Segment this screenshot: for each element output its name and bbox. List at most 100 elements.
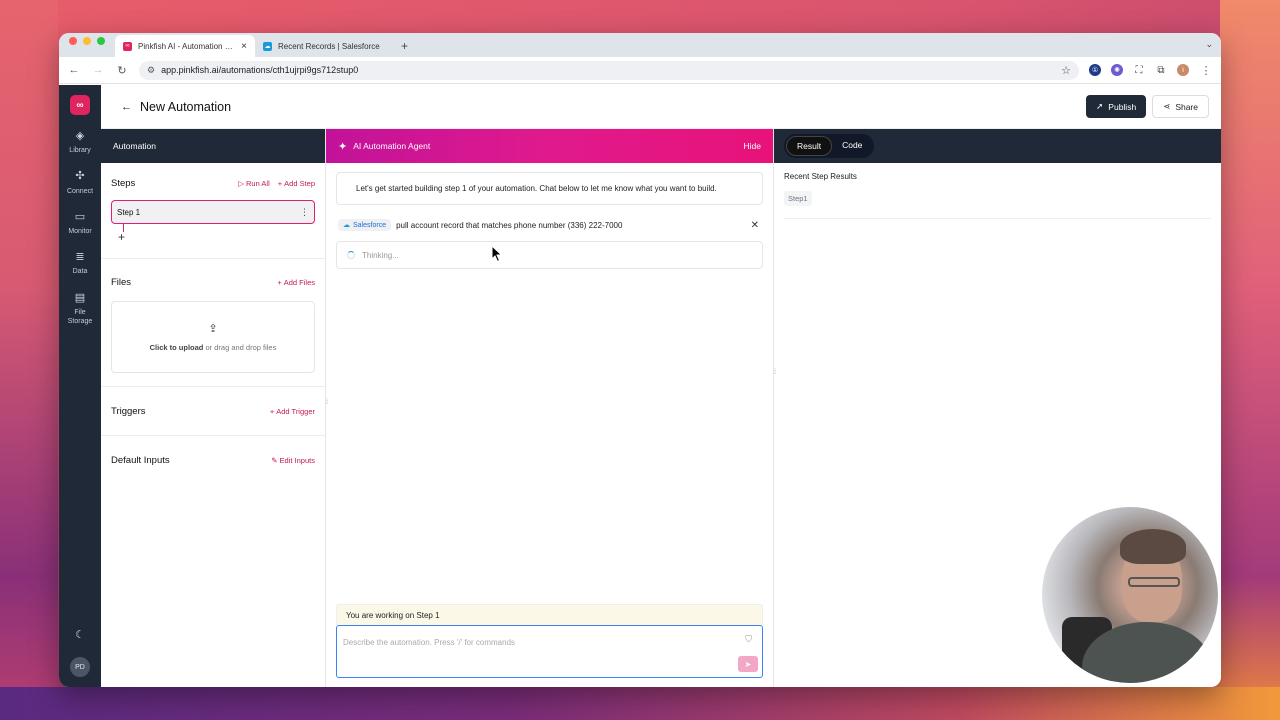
shield-icon[interactable]: ⛉ xyxy=(745,634,752,645)
page-topbar: ← New Automation ➚ Publish ⋖ Share xyxy=(101,85,1221,129)
desktop-wallpaper-left xyxy=(0,0,58,720)
database-icon: ≣ xyxy=(75,251,85,264)
pencil-icon: ✎ xyxy=(271,455,278,465)
reload-icon[interactable]: ↻ xyxy=(115,64,129,77)
publish-button[interactable]: ➚ Publish xyxy=(1086,95,1147,118)
default-inputs-title: Default Inputs xyxy=(111,454,170,466)
extensions-puzzle-icon[interactable]: ⧉ xyxy=(1155,64,1167,76)
add-files-button[interactable]: + Add Files xyxy=(277,278,315,287)
agent-message: Let's get started building step 1 of you… xyxy=(336,172,763,206)
resize-handle[interactable]: ⁞ xyxy=(774,369,776,376)
rail-item-label: Library xyxy=(69,147,91,155)
cloud-upload-icon: ⇪ xyxy=(208,323,218,335)
rail-item-monitor[interactable]: ▭ Monitor xyxy=(68,210,91,236)
back-arrow-icon[interactable]: ← xyxy=(121,101,132,113)
share-icon: ⋖ xyxy=(1163,101,1171,111)
forward-arrow-icon[interactable]: → xyxy=(91,64,105,76)
profile-avatar-icon[interactable]: i xyxy=(1177,64,1189,76)
webcam-glasses xyxy=(1128,577,1180,587)
rail-bottom: ☾ PD xyxy=(70,628,90,677)
chat-spacer xyxy=(336,269,763,604)
publish-label: Publish xyxy=(1108,101,1137,112)
page-title: New Automation xyxy=(140,99,232,114)
rocket-icon: ➚ xyxy=(1096,101,1104,111)
minimize-window-button[interactable] xyxy=(83,37,91,45)
user-avatar[interactable]: PD xyxy=(70,657,90,677)
edit-inputs-label: Edit Inputs xyxy=(279,455,315,465)
maximize-window-button[interactable] xyxy=(97,37,105,45)
pinkfish-logo[interactable]: ∞ xyxy=(70,95,90,115)
upload-instructions: Click to upload or drag and drop files xyxy=(150,343,277,352)
screenshot-extension-icon[interactable]: ⛶ xyxy=(1133,64,1145,76)
browser-tab-pinkfish[interactable]: ∞ Pinkfish AI - Automation made × xyxy=(115,35,255,57)
rail-item-file-storage[interactable]: ▤ File Storage xyxy=(65,291,95,326)
agent-title: AI Automation Agent xyxy=(353,141,431,151)
password-extension-icon[interactable]: ① xyxy=(1089,64,1101,76)
hide-agent-button[interactable]: Hide xyxy=(744,141,761,151)
salesforce-badge-label: Salesforce xyxy=(353,221,387,229)
user-message-text: pull account record that matches phone n… xyxy=(396,220,623,230)
site-settings-icon[interactable]: ⚙ xyxy=(147,65,155,76)
add-step-plus-icon[interactable]: + xyxy=(118,230,315,244)
dark-mode-moon-icon[interactable]: ☾ xyxy=(75,628,85,641)
plus-icon: + xyxy=(277,277,282,287)
step-result-pill[interactable]: Step1 xyxy=(784,191,812,206)
mouse-cursor-icon xyxy=(491,245,503,263)
url-field[interactable]: ⚙ app.pinkfish.ai/automations/cth1ujrpi9… xyxy=(139,60,1079,80)
share-button[interactable]: ⋖ Share xyxy=(1152,95,1209,118)
add-step-button[interactable]: + Add Step xyxy=(278,179,315,188)
plus-icon: + xyxy=(277,178,283,188)
rail-item-library[interactable]: ◈ Library xyxy=(69,129,90,155)
result-code-toggle: Result Code xyxy=(784,134,875,158)
edit-inputs-button[interactable]: ✎ Edit Inputs xyxy=(271,456,315,465)
add-trigger-label: Add Trigger xyxy=(276,406,315,416)
bookmark-star-icon[interactable]: ☆ xyxy=(1061,64,1071,77)
steps-header: Steps ▷ Run All + Add Step xyxy=(111,174,315,192)
click-to-upload-link[interactable]: Click to upload xyxy=(150,343,204,352)
play-icon: ▷ xyxy=(238,178,244,188)
close-window-button[interactable] xyxy=(69,37,77,45)
rail-item-connect[interactable]: ✣ Connect xyxy=(67,169,93,195)
working-on-banner: You are working on Step 1 xyxy=(336,604,763,625)
step-card[interactable]: Step 1 ⋮ xyxy=(111,200,315,224)
extension-gear-icon[interactable]: ✺ xyxy=(1111,64,1123,76)
step-menu-icon[interactable]: ⋮ xyxy=(300,207,309,218)
layers-icon: ◈ xyxy=(75,130,85,142)
chat-input[interactable]: Describe the automation. Press '/' for c… xyxy=(336,625,763,678)
user-message: ☁ Salesforce pull account record that mat… xyxy=(336,219,763,232)
chat-area: Let's get started building step 1 of you… xyxy=(326,163,773,687)
rail-item-data[interactable]: ≣ Data xyxy=(73,250,88,276)
browser-menu-icon[interactable]: ⋮ xyxy=(1199,64,1213,77)
send-button[interactable]: ➤ xyxy=(738,656,758,672)
triggers-section: Triggers + Add Trigger xyxy=(101,387,325,435)
automation-header: Automation xyxy=(101,129,325,163)
left-nav-rail: ∞ ◈ Library ✣ Connect ▭ Monitor ≣ Data ▤… xyxy=(59,85,101,687)
tab-result[interactable]: Result xyxy=(786,136,833,156)
recent-results: Recent Step Results Step1 xyxy=(774,163,1221,228)
results-title: Recent Step Results xyxy=(784,172,857,181)
webcam-hair xyxy=(1120,529,1186,564)
browser-tab-salesforce[interactable]: ☁ Recent Records | Salesforce xyxy=(255,35,395,57)
thinking-indicator: Thinking... xyxy=(336,241,763,270)
triggers-title: Triggers xyxy=(111,405,146,417)
monitor-icon: ▭ xyxy=(74,210,86,223)
rail-item-label: File Storage xyxy=(67,308,93,325)
spinner-icon xyxy=(347,251,355,260)
file-dropzone[interactable]: ⇪ Click to upload or drag and drop files xyxy=(111,301,315,373)
new-tab-button[interactable]: + xyxy=(395,39,414,57)
address-bar-row: ← → ↻ ⚙ app.pinkfish.ai/automations/cth1… xyxy=(59,57,1221,84)
send-arrow-icon: ➤ xyxy=(744,659,752,669)
default-inputs-header: Default Inputs ✎ Edit Inputs xyxy=(111,451,315,469)
window-controls xyxy=(59,37,115,53)
add-trigger-button[interactable]: + Add Trigger xyxy=(270,407,315,416)
upload-rest-text: or drag and drop files xyxy=(203,343,277,352)
run-all-button[interactable]: ▷ Run All xyxy=(238,179,270,188)
plus-icon: + xyxy=(269,406,275,416)
back-arrow-icon[interactable]: ← xyxy=(67,64,81,76)
rail-item-label: Connect xyxy=(66,187,94,195)
close-tab-icon[interactable]: × xyxy=(241,41,247,52)
tab-search-chevron-icon[interactable]: ⌄ xyxy=(1205,39,1213,50)
close-icon[interactable]: ✕ xyxy=(751,220,759,231)
tab-code[interactable]: Code xyxy=(832,136,872,156)
agent-header: ✦ AI Automation Agent Hide xyxy=(326,129,773,163)
